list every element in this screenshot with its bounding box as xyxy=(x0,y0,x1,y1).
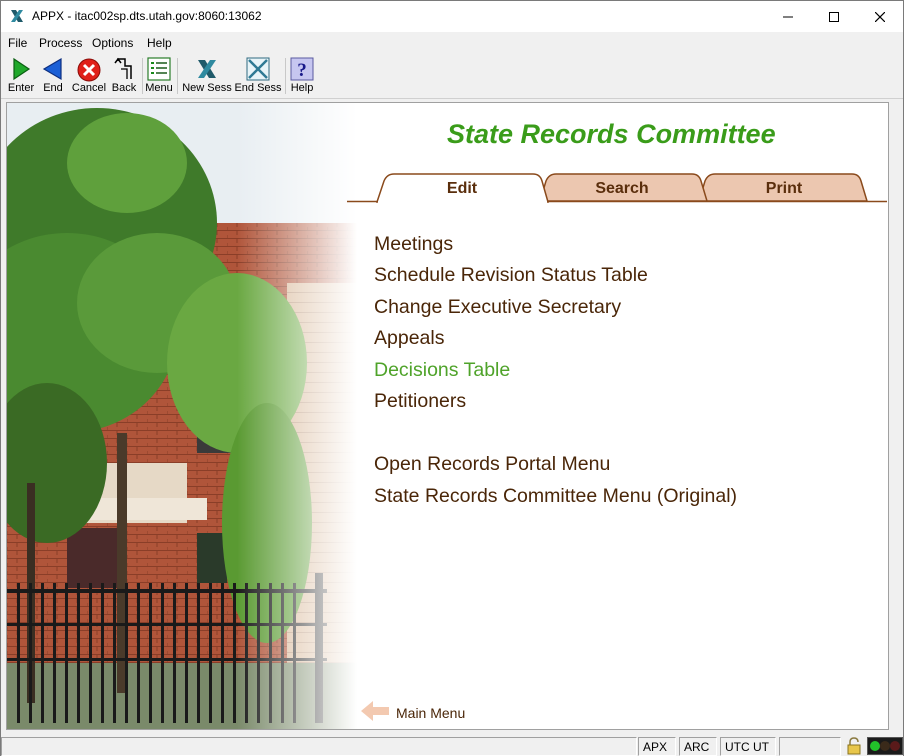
back-button[interactable]: Back xyxy=(109,54,139,98)
cancel-x-icon xyxy=(77,58,101,82)
menu-link-open-records-portal-menu[interactable]: Open Records Portal Menu xyxy=(374,453,610,476)
menu-link-decisions-table[interactable]: Decisions Table xyxy=(374,359,510,382)
back-arrow-icon xyxy=(42,57,62,81)
back-label: Back xyxy=(111,82,137,94)
menu-help[interactable]: Help xyxy=(147,36,172,50)
enter-label: Enter xyxy=(7,82,35,94)
menu-label: Menu xyxy=(145,82,173,94)
menu-link-appeals[interactable]: Appeals xyxy=(374,327,444,350)
content-pane: State Records Committee Edit Search Prin… xyxy=(6,102,889,730)
tab-print[interactable]: Print xyxy=(704,180,864,198)
toolbar-separator xyxy=(142,58,143,94)
padlock-icon xyxy=(846,737,862,756)
menu-options[interactable]: Options xyxy=(92,36,133,50)
appx-x-icon xyxy=(198,60,216,78)
question-icon: ? xyxy=(290,57,314,81)
menu-process[interactable]: Process xyxy=(39,36,82,50)
svg-text:?: ? xyxy=(297,60,307,81)
play-arrow-icon xyxy=(13,57,31,81)
toolbar-separator xyxy=(285,58,286,94)
list-icon xyxy=(147,57,171,81)
help-label: Help xyxy=(290,82,314,94)
return-arrow-icon xyxy=(114,57,132,79)
toolbar-separator xyxy=(177,58,178,94)
end-label: End xyxy=(43,82,63,94)
menu-button[interactable]: Menu xyxy=(144,54,174,98)
menu-link-state-records-committee-menu-original[interactable]: State Records Committee Menu (Original) xyxy=(374,485,737,508)
connection-status-lights xyxy=(867,737,903,755)
help-button[interactable]: ? Help xyxy=(287,54,317,98)
left-arrow-icon xyxy=(361,701,389,721)
status-bar: APX ARC UTC UT xyxy=(1,735,903,756)
appx-x-icon xyxy=(9,8,25,24)
maximize-icon xyxy=(829,11,839,22)
close-box-icon xyxy=(246,57,270,81)
maximize-button[interactable] xyxy=(811,1,857,32)
menu-link-change-executive-secretary[interactable]: Change Executive Secretary xyxy=(374,296,621,319)
status-timezone: UTC UT xyxy=(720,737,776,756)
cancel-button[interactable]: Cancel xyxy=(71,54,107,98)
title-bar: APPX - itac002sp.dts.utah.gov:8060:13062 xyxy=(1,1,903,32)
close-icon xyxy=(875,11,885,22)
status-message xyxy=(1,737,637,756)
tab-edit[interactable]: Edit xyxy=(382,180,542,198)
new-session-label: New Sess xyxy=(182,82,232,94)
tab-search[interactable]: Search xyxy=(542,180,702,198)
menu-link-schedule-revision-status-table[interactable]: Schedule Revision Status Table xyxy=(374,264,648,287)
status-empty xyxy=(779,737,841,756)
close-button[interactable] xyxy=(857,1,903,32)
end-session-button[interactable]: End Sess xyxy=(234,54,282,98)
main-menu-label: Main Menu xyxy=(396,705,466,721)
page-title: State Records Committee xyxy=(447,119,776,149)
menu-link-meetings[interactable]: Meetings xyxy=(374,233,453,256)
vertical-scrollbar[interactable] xyxy=(889,102,903,730)
cancel-label: Cancel xyxy=(71,82,107,94)
new-session-button[interactable]: New Sess xyxy=(181,54,233,98)
menu-link-petitioners[interactable]: Petitioners xyxy=(374,390,466,413)
end-session-label: End Sess xyxy=(234,82,282,94)
enter-button[interactable]: Enter xyxy=(5,54,37,98)
status-apx: APX xyxy=(638,737,676,756)
window-title: APPX - itac002sp.dts.utah.gov:8060:13062 xyxy=(32,9,262,23)
menu-bar: File Process Options Help xyxy=(1,33,903,53)
toolbar: Enter End Cancel Back Menu New Sess End … xyxy=(1,54,903,99)
menu-file[interactable]: File xyxy=(8,36,27,50)
tab-strip: Edit Search Print xyxy=(347,169,887,205)
building-photo xyxy=(7,103,357,729)
end-button[interactable]: End xyxy=(39,54,67,98)
status-arc: ARC xyxy=(679,737,717,756)
minimize-icon xyxy=(783,16,793,17)
app-window: APPX - itac002sp.dts.utah.gov:8060:13062… xyxy=(0,0,904,756)
minimize-button[interactable] xyxy=(765,1,811,32)
